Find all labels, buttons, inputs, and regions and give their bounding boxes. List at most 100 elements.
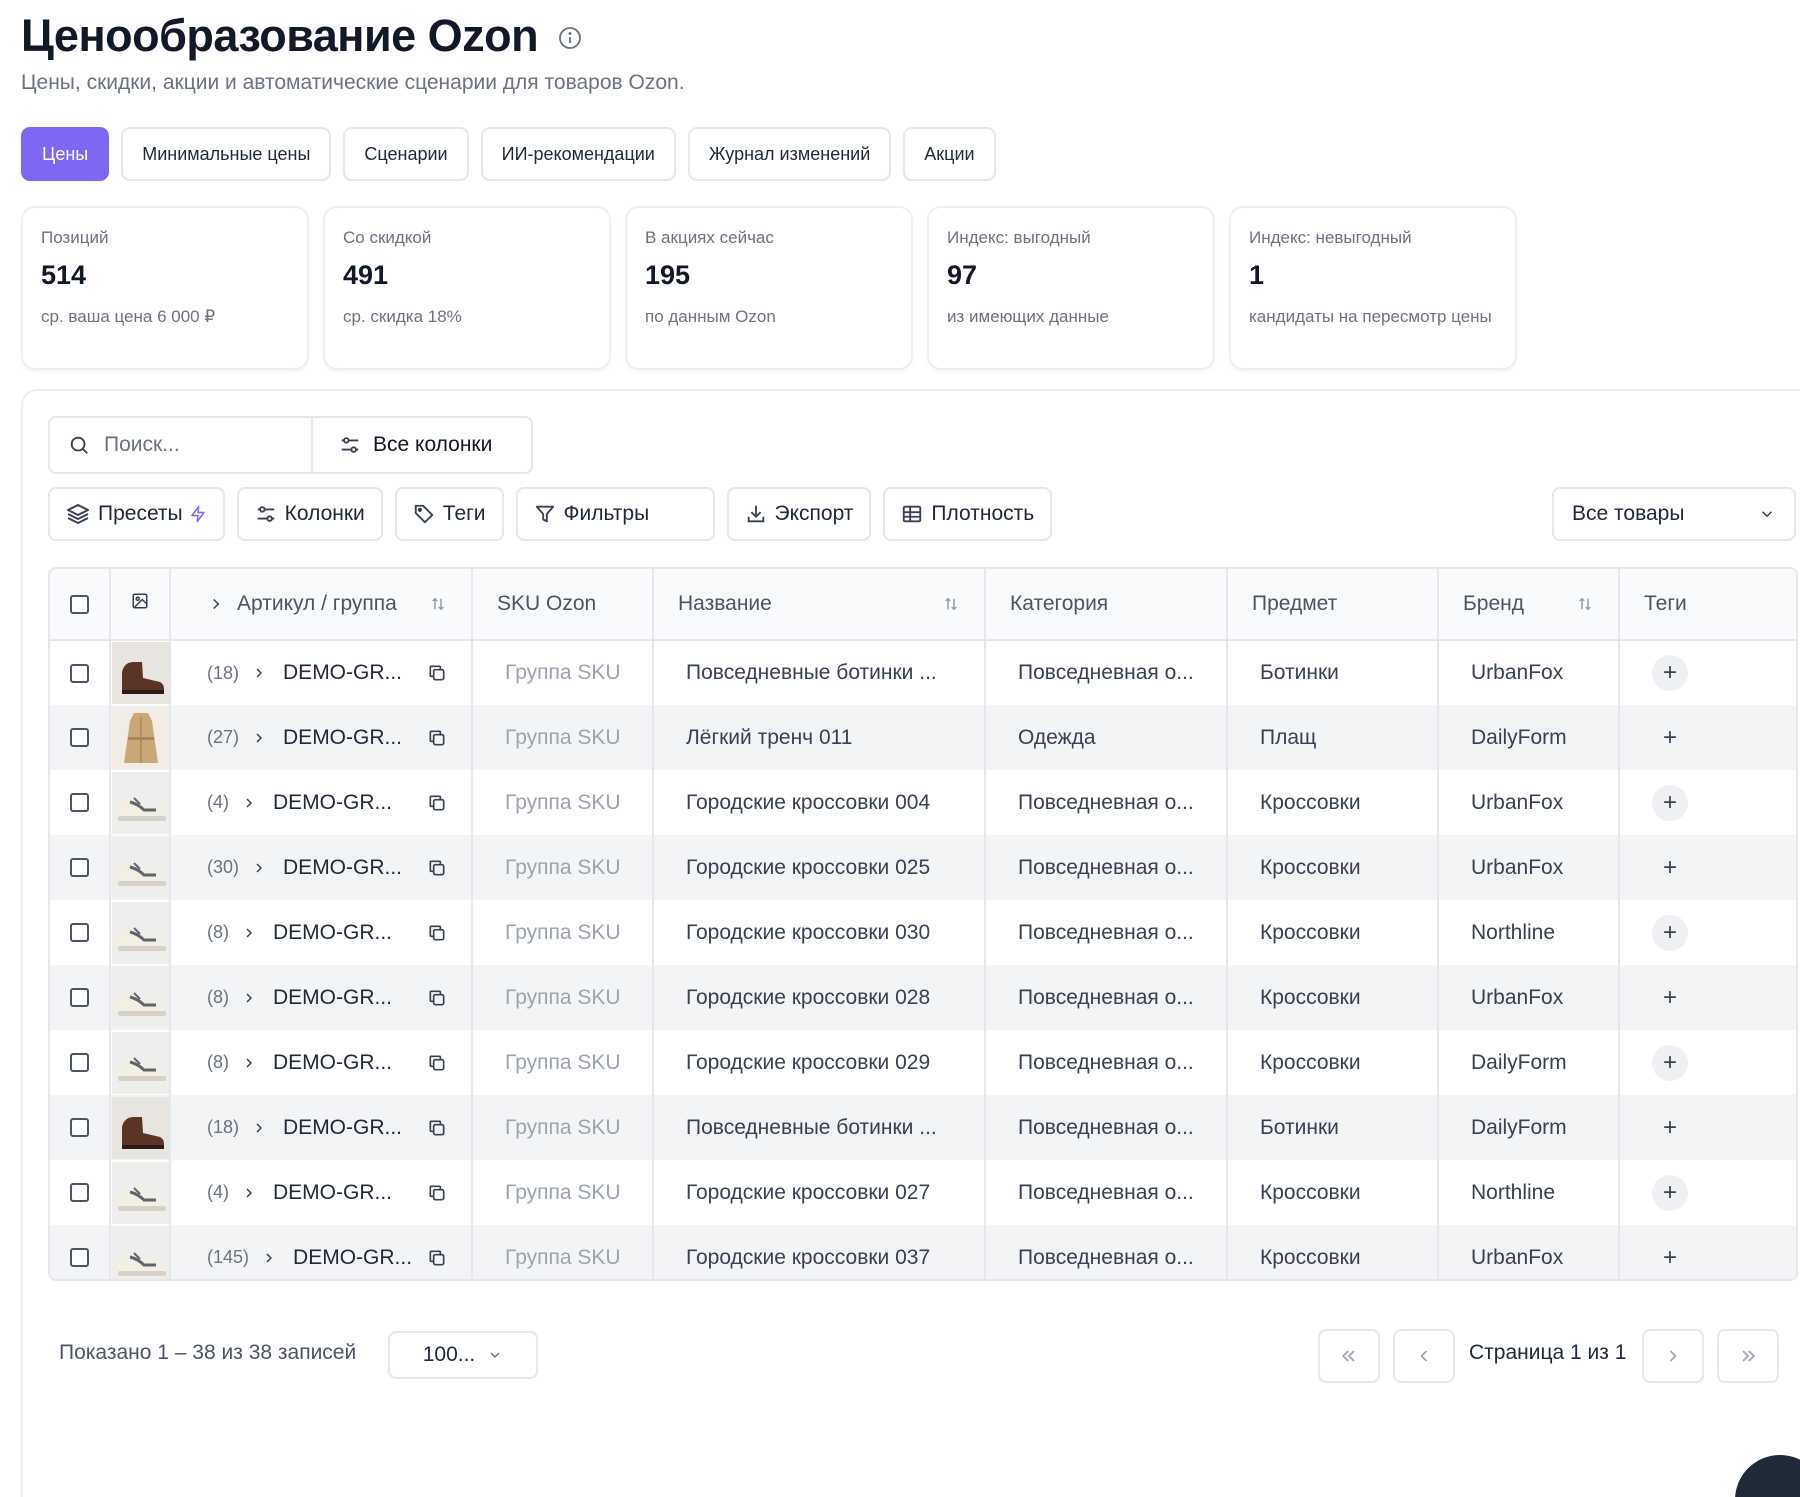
presets-button[interactable]: Пресеты (48, 487, 225, 541)
copy-icon[interactable] (427, 858, 447, 878)
article-code: DEMO-GR... (283, 661, 403, 684)
density-button[interactable]: Плотность (883, 487, 1053, 541)
search-field[interactable] (50, 418, 313, 472)
add-tag-button[interactable]: + (1652, 1240, 1688, 1276)
chevron-right-icon[interactable] (251, 730, 267, 746)
article-code: DEMO-GR... (273, 1180, 392, 1204)
article-code: DEMO-GR... (273, 920, 392, 944)
stat-label: Позиций (41, 228, 109, 247)
chevron-right-icon[interactable] (241, 795, 257, 811)
add-tag-button[interactable]: + (1652, 1174, 1688, 1211)
add-tag-button[interactable]: + (1652, 720, 1688, 756)
row-checkbox[interactable] (70, 1053, 89, 1073)
copy-icon[interactable] (427, 1118, 447, 1138)
copy-icon[interactable] (427, 1183, 447, 1203)
presets-label: Пресеты (98, 502, 183, 525)
copy-icon[interactable] (427, 1248, 447, 1268)
filters-button[interactable]: Фильтры (515, 487, 715, 541)
copy-icon[interactable] (427, 793, 447, 813)
columns-label: Колонки (284, 502, 365, 525)
next-page-button[interactable] (1642, 1329, 1704, 1383)
add-tag-button[interactable]: + (1652, 980, 1688, 1016)
copy-icon[interactable] (427, 728, 447, 748)
row-checkbox[interactable] (70, 1118, 89, 1138)
tags-button[interactable]: Теги (394, 487, 504, 541)
table-row[interactable]: (4) DEMO-GR... Группа SKU Городские крос… (50, 1160, 1796, 1225)
scope-select[interactable]: Все товары (1552, 487, 1796, 541)
table-row[interactable]: (8) DEMO-GR... Группа SKU Городские крос… (50, 1030, 1796, 1095)
chevron-right-icon[interactable] (241, 925, 257, 941)
name-cell: Городские кроссовки 027 (653, 1160, 986, 1225)
table-row[interactable]: (145) DEMO-GR... Группа SKU Городские кр… (50, 1225, 1796, 1279)
row-checkbox[interactable] (70, 728, 89, 748)
chevron-right-icon[interactable] (251, 1120, 267, 1136)
copy-icon[interactable] (427, 1053, 447, 1073)
chevron-right-icon[interactable] (251, 665, 267, 681)
subject-cell: Кроссовки (1227, 835, 1439, 900)
table-row[interactable]: (8) DEMO-GR... Группа SKU Городские крос… (50, 900, 1796, 965)
export-button[interactable]: Экспорт (726, 487, 872, 541)
table-row[interactable]: (18) DEMO-GR... Группа SKU Повседневные … (50, 640, 1796, 705)
sort-icon[interactable] (1576, 595, 1594, 613)
chevron-right-icon[interactable] (251, 860, 267, 876)
row-checkbox[interactable] (70, 793, 89, 813)
chevron-right-icon[interactable] (241, 1055, 257, 1071)
brand-cell: UrbanFox (1438, 835, 1620, 900)
table-row[interactable]: (27) DEMO-GR... Группа SKU Лёгкий тренч … (50, 705, 1796, 770)
add-tag-button[interactable]: + (1652, 655, 1688, 691)
row-checkbox[interactable] (70, 1248, 89, 1268)
add-tag-button[interactable]: + (1652, 850, 1688, 886)
all-columns-button[interactable]: Все колонки (313, 418, 492, 472)
first-page-button[interactable] (1318, 1329, 1380, 1383)
table-row[interactable]: (4) DEMO-GR... Группа SKU Городские крос… (50, 770, 1796, 835)
sort-icon[interactable] (942, 595, 960, 613)
page-size-select[interactable]: 100... (388, 1331, 538, 1379)
copy-icon[interactable] (427, 988, 447, 1008)
tab-promotions[interactable]: Акции (903, 127, 996, 181)
column-header-category[interactable]: Категория (985, 569, 1228, 640)
prev-page-button[interactable] (1393, 1329, 1455, 1383)
table-row[interactable]: (30) DEMO-GR... Группа SKU Городские кро… (50, 835, 1796, 900)
copy-icon[interactable] (427, 663, 447, 683)
select-all-checkbox[interactable] (70, 594, 89, 614)
product-thumbnail (110, 705, 171, 770)
column-header-tags[interactable]: Теги (1619, 569, 1796, 640)
tab-min-prices[interactable]: Минимальные цены (121, 127, 332, 181)
stats-row: Позиций 514 ср. ваша цена 6 000 ₽ Со ски… (21, 206, 1517, 370)
chevron-right-icon[interactable] (207, 595, 225, 613)
tab-change-log[interactable]: Журнал изменений (687, 127, 892, 181)
add-tag-button[interactable]: + (1652, 784, 1688, 821)
row-checkbox[interactable] (70, 858, 89, 878)
row-checkbox[interactable] (70, 663, 89, 683)
tab-scenarios[interactable]: Сценарии (343, 127, 469, 181)
sort-icon[interactable] (429, 595, 447, 613)
tab-ai-recommendations[interactable]: ИИ-рекомендации (480, 127, 676, 181)
stat-value: 491 (343, 260, 389, 290)
columns-button[interactable]: Колонки (236, 487, 383, 541)
chevron-right-icon[interactable] (261, 1250, 277, 1266)
column-header-brand[interactable]: Бренд (1438, 569, 1620, 640)
chevron-right-icon[interactable] (241, 990, 257, 1006)
article-cell: (18) DEMO-GR... (170, 640, 473, 705)
stat-card-discounted: Со скидкой 491 ср. скидка 18% (323, 206, 611, 370)
table-row[interactable]: (18) DEMO-GR... Группа SKU Повседневные … (50, 1095, 1796, 1160)
add-tag-button[interactable]: + (1652, 914, 1688, 951)
row-checkbox[interactable] (70, 923, 89, 943)
row-checkbox[interactable] (70, 1183, 89, 1203)
column-header-article[interactable]: Артикул / группа (170, 569, 473, 640)
add-tag-button[interactable]: + (1652, 1110, 1688, 1146)
column-header-sku[interactable]: SKU Ozon (472, 569, 654, 640)
row-checkbox[interactable] (70, 988, 89, 1008)
name-cell: Городские кроссовки 037 (653, 1225, 986, 1279)
add-tag-button[interactable]: + (1652, 1044, 1688, 1081)
info-icon[interactable] (558, 26, 582, 50)
table-row[interactable]: (8) DEMO-GR... Группа SKU Городские крос… (50, 965, 1796, 1030)
column-header-name[interactable]: Название (653, 569, 986, 640)
column-header-subject[interactable]: Предмет (1227, 569, 1439, 640)
copy-icon[interactable] (427, 923, 447, 943)
tab-prices[interactable]: Цены (21, 127, 110, 181)
search-input[interactable] (104, 433, 284, 457)
last-page-button[interactable] (1717, 1329, 1779, 1383)
chevron-right-icon[interactable] (241, 1185, 257, 1201)
article-code: DEMO-GR... (283, 725, 403, 749)
